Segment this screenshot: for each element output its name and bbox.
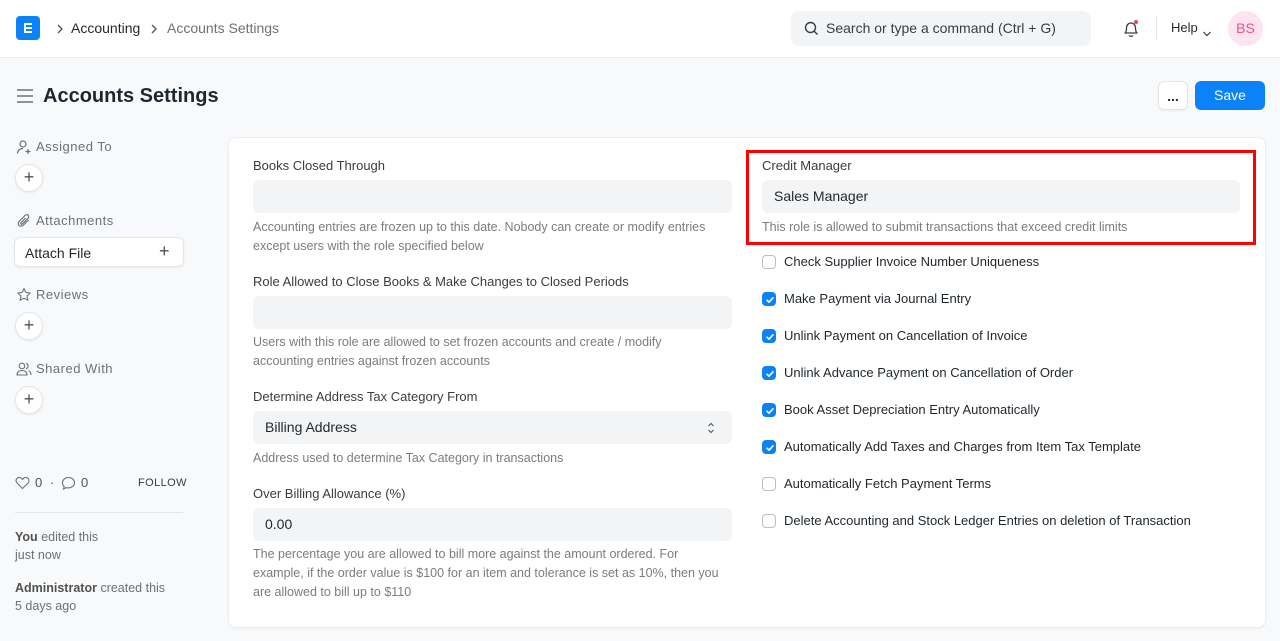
breadcrumb-accounting[interactable]: Accounting bbox=[71, 19, 140, 37]
more-actions-button[interactable]: ... bbox=[1158, 81, 1188, 110]
chevron-right-icon bbox=[55, 19, 65, 39]
books-closed-desc-line2: except users with the role specified bel… bbox=[253, 239, 484, 253]
follow-button[interactable]: FOLLOW bbox=[138, 477, 187, 489]
search-placeholder[interactable]: Search or type a command (Ctrl + G) bbox=[826, 20, 1056, 37]
chevron-right-icon bbox=[149, 19, 159, 39]
role-close-books-label: Role Allowed to Close Books & Make Chang… bbox=[253, 274, 629, 289]
activity-time: 5 days ago bbox=[15, 599, 77, 613]
address-tax-desc: Address used to determine Tax Category i… bbox=[253, 451, 564, 465]
activity-action: edited this bbox=[41, 530, 99, 544]
select-updown-icon bbox=[706, 420, 716, 441]
assigned-to-label: Assigned To bbox=[36, 139, 113, 154]
navbar-divider bbox=[1156, 16, 1157, 40]
checkmark-icon bbox=[766, 371, 774, 377]
user-avatar[interactable]: BS bbox=[1228, 11, 1263, 46]
star-icon bbox=[16, 287, 32, 308]
page-title: Accounts Settings bbox=[43, 85, 219, 107]
checkbox[interactable] bbox=[762, 255, 776, 269]
checkbox[interactable] bbox=[762, 329, 776, 343]
users-icon bbox=[16, 361, 32, 382]
address-tax-select[interactable]: Billing Address bbox=[253, 411, 732, 444]
shared-with-label: Shared With bbox=[36, 361, 114, 376]
role-close-books-desc-line2: accounting entries against frozen accoun… bbox=[253, 354, 490, 368]
checkbox-label[interactable]: Make Payment via Journal Entry bbox=[784, 291, 971, 307]
search-icon bbox=[804, 21, 819, 41]
activity-time: just now bbox=[15, 548, 61, 562]
add-review-button[interactable]: + bbox=[15, 312, 43, 340]
add-share-button[interactable]: + bbox=[15, 386, 43, 414]
checkmark-icon bbox=[766, 445, 774, 451]
activity-item: You edited this just now bbox=[15, 528, 98, 564]
credit-manager-label: Credit Manager bbox=[762, 158, 852, 173]
over-billing-input[interactable]: 0.00 bbox=[253, 508, 732, 541]
checkmark-icon bbox=[766, 408, 774, 414]
role-close-books-input[interactable] bbox=[253, 296, 732, 329]
add-assignee-button[interactable]: + bbox=[15, 164, 43, 192]
attachments-label: Attachments bbox=[36, 213, 114, 228]
plus-icon: + bbox=[159, 241, 170, 261]
over-billing-desc-line2: example, if the order value is $100 for … bbox=[253, 566, 719, 580]
over-billing-desc-line3: are allowed to bill up to $110 bbox=[253, 585, 412, 599]
checkbox[interactable] bbox=[762, 514, 776, 528]
books-closed-label: Books Closed Through bbox=[253, 158, 386, 173]
attach-file-label: Attach File bbox=[25, 245, 92, 261]
activity-user[interactable]: Administrator bbox=[15, 581, 97, 595]
sidebar-toggle-icon[interactable] bbox=[16, 88, 34, 109]
checkbox[interactable] bbox=[762, 477, 776, 491]
checkbox-label[interactable]: Check Supplier Invoice Number Uniqueness bbox=[784, 254, 1039, 270]
credit-manager-input[interactable]: Sales Manager bbox=[762, 180, 1240, 213]
checkmark-icon bbox=[766, 334, 774, 340]
search-bar[interactable]: Search or type a command (Ctrl + G) bbox=[791, 11, 1091, 46]
separator-dot: · bbox=[50, 475, 55, 490]
books-closed-desc-line1: Accounting entries are frozen up to this… bbox=[253, 220, 706, 234]
sidebar-divider bbox=[15, 512, 183, 513]
paperclip-icon bbox=[16, 213, 32, 234]
logo-icon bbox=[24, 23, 32, 33]
user-plus-icon bbox=[16, 139, 32, 160]
chevron-down-icon[interactable] bbox=[1202, 25, 1212, 43]
reviews-label: Reviews bbox=[36, 287, 89, 302]
checkbox[interactable] bbox=[762, 292, 776, 306]
checkbox[interactable] bbox=[762, 403, 776, 417]
comment-icon[interactable] bbox=[61, 476, 76, 494]
checkbox-label[interactable]: Automatically Fetch Payment Terms bbox=[784, 476, 991, 492]
checkbox[interactable] bbox=[762, 440, 776, 454]
activity-item: Administrator created this 5 days ago bbox=[15, 579, 165, 615]
notification-dot bbox=[1134, 20, 1138, 24]
checkmark-icon bbox=[766, 297, 774, 303]
breadcrumb-accounts-settings[interactable]: Accounts Settings bbox=[167, 19, 279, 37]
likes-count: 0 bbox=[35, 475, 43, 490]
checkbox-label[interactable]: Unlink Advance Payment on Cancellation o… bbox=[784, 365, 1073, 381]
checkbox-label[interactable]: Delete Accounting and Stock Ledger Entri… bbox=[784, 513, 1191, 529]
books-closed-input[interactable] bbox=[253, 180, 732, 213]
navbar: Accounting Accounts Settings Search or t… bbox=[0, 0, 1280, 58]
checkbox-label[interactable]: Book Asset Depreciation Entry Automatica… bbox=[784, 402, 1040, 418]
checkbox[interactable] bbox=[762, 366, 776, 380]
over-billing-label: Over Billing Allowance (%) bbox=[253, 486, 406, 501]
role-close-books-desc-line1: Users with this role are allowed to set … bbox=[253, 335, 662, 349]
attach-file-button[interactable]: Attach File + bbox=[14, 237, 184, 267]
app-logo[interactable] bbox=[16, 16, 40, 40]
activity-action: created this bbox=[100, 581, 166, 595]
save-button[interactable]: Save bbox=[1195, 81, 1265, 110]
help-menu[interactable]: Help bbox=[1171, 20, 1198, 35]
activity-user[interactable]: You bbox=[15, 530, 38, 544]
checkbox-label[interactable]: Automatically Add Taxes and Charges from… bbox=[784, 439, 1141, 455]
address-tax-label: Determine Address Tax Category From bbox=[253, 389, 478, 404]
credit-manager-desc: This role is allowed to submit transacti… bbox=[762, 220, 1128, 234]
checkbox-label[interactable]: Unlink Payment on Cancellation of Invoic… bbox=[784, 328, 1028, 344]
comments-count: 0 bbox=[81, 475, 89, 490]
notification-bell-icon[interactable] bbox=[1121, 17, 1141, 44]
heart-icon[interactable] bbox=[15, 476, 30, 493]
over-billing-desc-line1: The percentage you are allowed to bill m… bbox=[253, 547, 679, 561]
